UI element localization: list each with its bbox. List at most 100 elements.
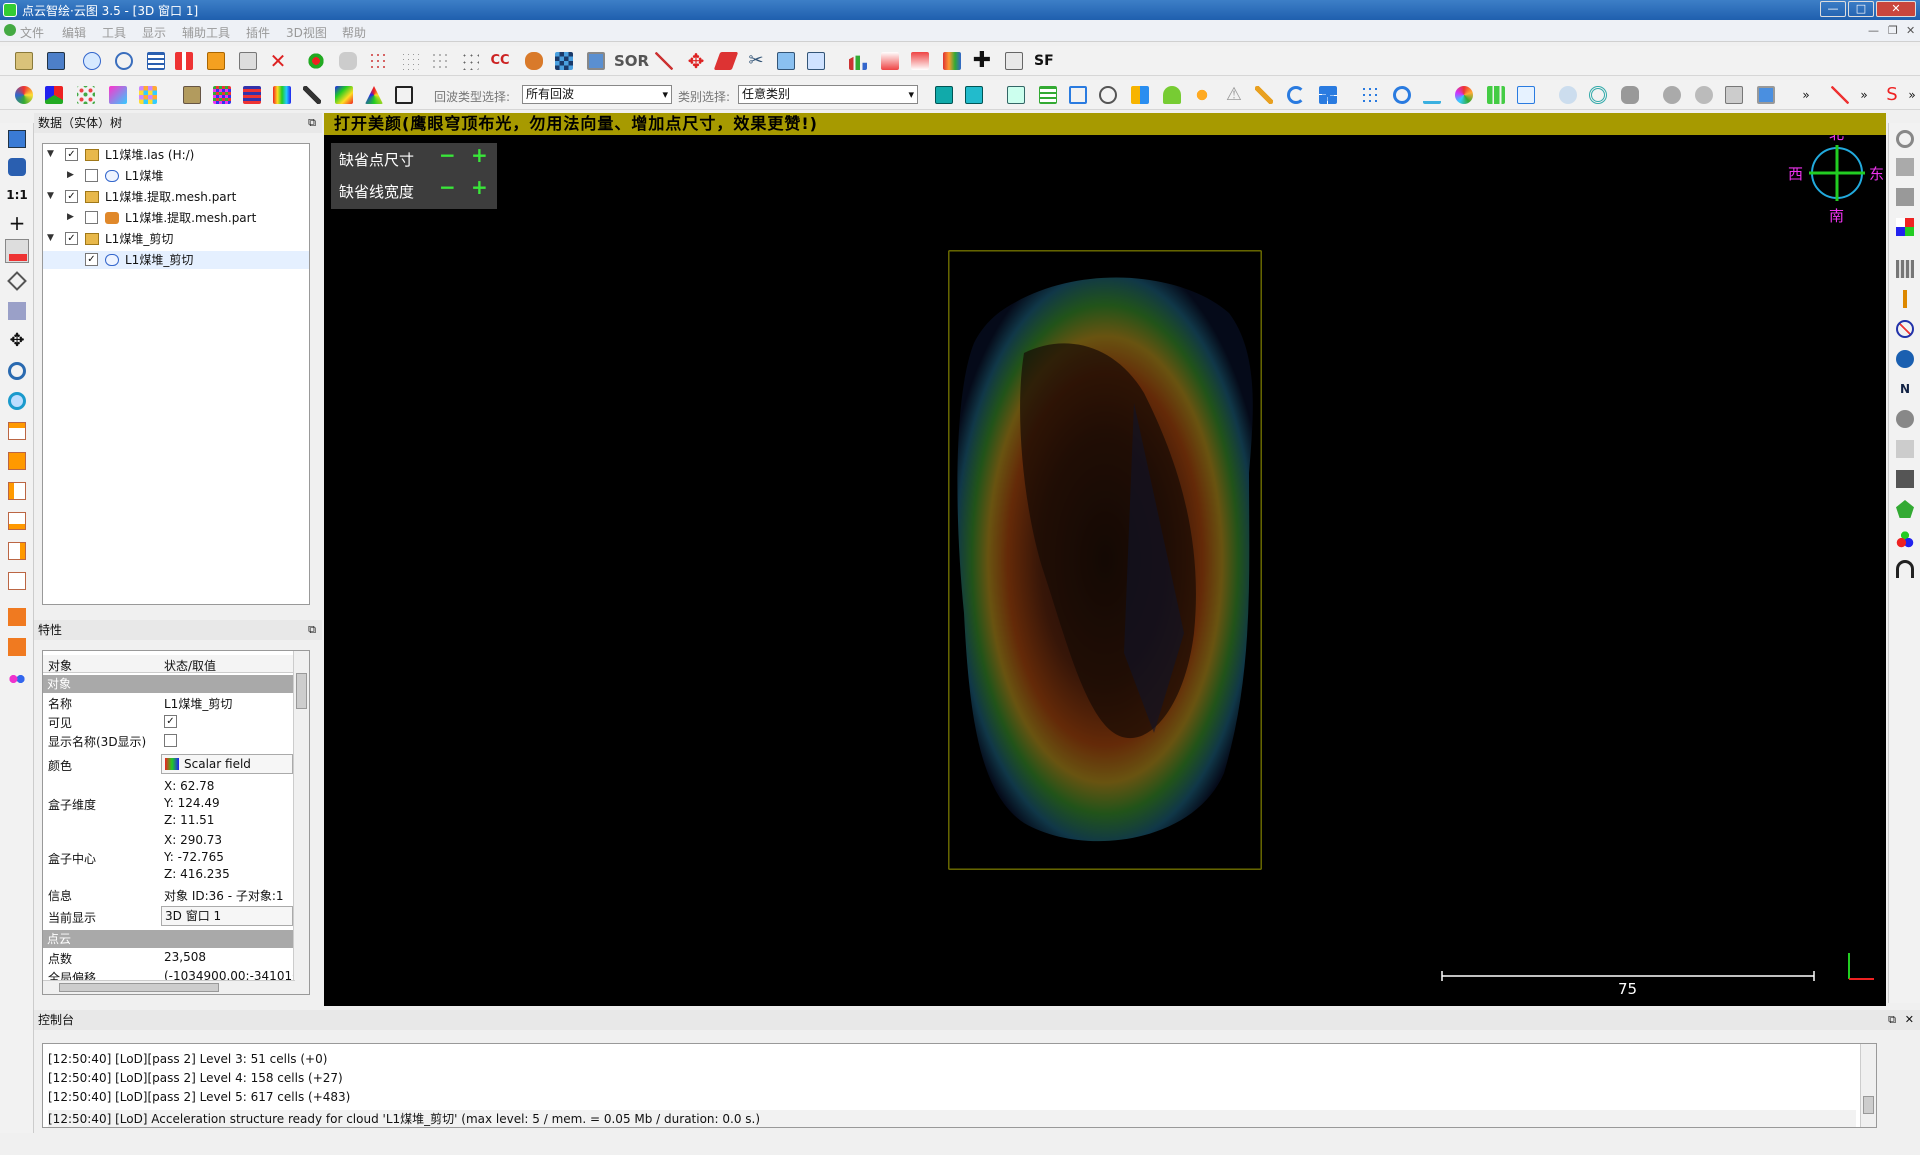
sf-icon[interactable]	[1893, 347, 1917, 371]
rgb-balls-icon[interactable]	[1893, 527, 1917, 551]
overflow2-chevron-icon[interactable]: »	[1852, 83, 1876, 107]
image-icon[interactable]	[584, 49, 608, 73]
shield-icon[interactable]	[1128, 83, 1152, 107]
segment-icon[interactable]	[172, 49, 196, 73]
mdi-restore-icon[interactable]: ❐	[1888, 24, 1898, 37]
view-top-icon[interactable]	[5, 419, 29, 443]
collapse-arrow-icon[interactable]: ▼	[47, 149, 57, 159]
view-left-icon[interactable]	[5, 479, 29, 503]
mesh-tool-icon[interactable]	[1893, 437, 1917, 461]
color-shader-icon[interactable]	[1893, 215, 1917, 239]
menu-3dview[interactable]: 3D视图	[286, 24, 327, 41]
rdv-icon[interactable]	[1893, 467, 1917, 491]
pan-icon[interactable]: ✥	[5, 329, 29, 353]
fm-icon[interactable]	[1692, 83, 1716, 107]
auto-pivot-icon[interactable]	[5, 239, 29, 263]
help-icon[interactable]	[1514, 83, 1538, 107]
colorwheel-icon[interactable]	[1452, 83, 1476, 107]
pen-icon[interactable]	[300, 83, 324, 107]
tree-item-checkbox[interactable]	[85, 211, 98, 224]
line-width-minus-button[interactable]: −	[439, 175, 456, 199]
distance-icon[interactable]	[878, 49, 902, 73]
color-blend-icon[interactable]	[106, 83, 130, 107]
kd-icon[interactable]	[1660, 83, 1684, 107]
menu-file[interactable]: 文件	[20, 24, 44, 41]
tree-item[interactable]: ▼ ✓ L1煤堆.las (H:/)	[43, 146, 309, 164]
printer-icon[interactable]	[1722, 83, 1746, 107]
open-file-icon[interactable]	[12, 49, 36, 73]
circle-blue-icon[interactable]	[1390, 83, 1414, 107]
ssao-icon[interactable]	[1893, 185, 1917, 209]
overflow-chevron-icon[interactable]: »	[1794, 83, 1818, 107]
point-size-minus-button[interactable]: −	[439, 143, 456, 167]
spectrum-icon[interactable]	[270, 83, 294, 107]
one-to-one-button[interactable]: 1:1	[5, 183, 29, 207]
float-icon[interactable]: ⧉	[308, 113, 316, 133]
mdi-min-icon[interactable]: —	[1868, 24, 1879, 37]
sample-icon[interactable]	[304, 49, 328, 73]
props-hscrollbar[interactable]	[43, 980, 295, 994]
hand-icon[interactable]	[336, 49, 360, 73]
delete-icon[interactable]: ✕	[266, 49, 290, 73]
expand-arrow-icon[interactable]: ▶	[67, 212, 77, 222]
grid-points-icon[interactable]	[398, 49, 422, 73]
refresh-icon[interactable]	[1284, 83, 1308, 107]
export-icon[interactable]	[1004, 83, 1028, 107]
screen-icon[interactable]	[5, 127, 29, 151]
tree-item-checkbox[interactable]	[85, 169, 98, 182]
disable-icon[interactable]	[1893, 127, 1917, 151]
list-icon[interactable]	[144, 49, 168, 73]
tree-item-checkbox[interactable]: ✓	[65, 190, 78, 203]
dots-icon[interactable]	[366, 49, 390, 73]
display-select[interactable]: 3D 窗口 1	[161, 906, 293, 926]
tree-icon[interactable]	[1160, 83, 1184, 107]
echo-type-select[interactable]: 所有回波	[522, 85, 672, 104]
flower-icon[interactable]	[1190, 83, 1214, 107]
perspective-icon[interactable]	[5, 299, 29, 323]
sf-button[interactable]: SF	[1034, 49, 1054, 73]
calculator-icon[interactable]	[1002, 49, 1026, 73]
plants-icon[interactable]	[1484, 83, 1508, 107]
bars-icon[interactable]	[240, 83, 264, 107]
tree-item[interactable]: ✓ L1煤堆_剪切	[43, 251, 309, 269]
float-icon[interactable]: ⧉	[308, 620, 316, 640]
windows-icon[interactable]	[1316, 83, 1340, 107]
gem-icon[interactable]	[1893, 497, 1917, 521]
color-squares-icon[interactable]	[136, 83, 160, 107]
view-front-icon[interactable]	[5, 449, 29, 473]
clone-icon[interactable]	[236, 49, 260, 73]
crosshair-icon[interactable]: +	[5, 211, 29, 235]
minimize-button[interactable]: —	[1820, 1, 1846, 17]
pivot-icon[interactable]	[5, 269, 29, 293]
float-icon[interactable]: ⧉	[1888, 1010, 1896, 1030]
showname-checkbox[interactable]	[164, 734, 177, 747]
cut-icon[interactable]: ✂	[744, 49, 768, 73]
brush-icon[interactable]	[1893, 287, 1917, 311]
menu-tools[interactable]: 工具	[102, 24, 126, 41]
dots-color-icon[interactable]	[74, 83, 98, 107]
view-back-icon[interactable]	[5, 509, 29, 533]
zoom-icon[interactable]	[5, 359, 29, 383]
arch-icon[interactable]	[1893, 557, 1917, 581]
stereo-icon[interactable]	[5, 667, 29, 691]
rgb-icon[interactable]	[42, 83, 66, 107]
hpr-icon[interactable]	[1893, 407, 1917, 431]
name-value[interactable]: L1煤堆_剪切	[164, 695, 232, 712]
north-arrow-icon[interactable]: N	[1893, 377, 1917, 401]
camera-icon[interactable]	[5, 155, 29, 179]
eye-icon[interactable]	[80, 49, 104, 73]
menu-help[interactable]: 帮助	[342, 24, 366, 41]
save-icon[interactable]	[44, 49, 68, 73]
align-icon[interactable]	[774, 49, 798, 73]
table-icon[interactable]	[1036, 83, 1060, 107]
collapse-arrow-icon[interactable]: ▼	[47, 191, 57, 201]
close-button[interactable]: ✕	[1876, 1, 1916, 17]
expand-arrow-icon[interactable]: ▶	[67, 170, 77, 180]
maximize-button[interactable]: □	[1848, 1, 1874, 17]
zoom-fit-icon[interactable]	[5, 389, 29, 413]
wave-icon[interactable]	[1420, 83, 1444, 107]
nc-icon[interactable]	[1828, 83, 1852, 107]
menu-plugins[interactable]: 插件	[246, 24, 270, 41]
film-icon[interactable]	[1893, 257, 1917, 281]
collapse-arrow-icon[interactable]: ▼	[47, 233, 57, 243]
